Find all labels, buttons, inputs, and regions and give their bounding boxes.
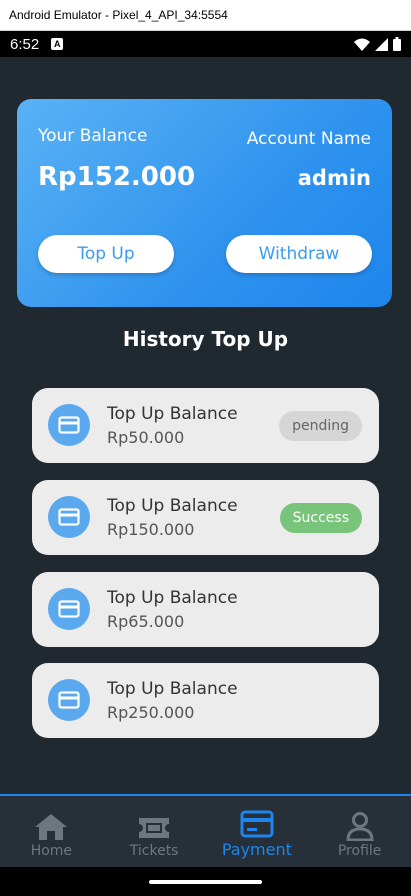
- nav-item-profile[interactable]: Profile: [308, 796, 411, 867]
- wifi-icon: [354, 38, 370, 51]
- status-badge-success: Success: [279, 503, 362, 533]
- gesture-navigation-bar: [0, 867, 411, 896]
- status-time: 6:52: [10, 35, 40, 53]
- history-item[interactable]: Top Up Balance Rp65.000: [32, 572, 379, 647]
- nav-item-tickets[interactable]: Tickets: [103, 796, 206, 867]
- battery-icon: [393, 37, 401, 51]
- status-bar: 6:52 A: [0, 31, 411, 57]
- history-item-amount: Rp50.000: [107, 428, 185, 447]
- nav-item-payment[interactable]: Payment: [206, 796, 309, 867]
- account-name-label: Account Name: [246, 129, 371, 149]
- status-badge-pending: pending: [279, 411, 362, 441]
- credit-card-icon: [48, 496, 90, 538]
- bottom-navigation: Home Tickets Payment Profile: [0, 794, 411, 867]
- account-name-value: admin: [297, 166, 371, 190]
- history-item-title: Top Up Balance: [107, 404, 238, 424]
- credit-card-icon: [48, 588, 90, 630]
- signal-icon: [375, 37, 388, 51]
- home-icon: [35, 814, 68, 840]
- nav-item-home[interactable]: Home: [0, 796, 103, 867]
- notification-a-icon: A: [51, 38, 64, 50]
- nav-label-payment: Payment: [221, 840, 292, 859]
- nav-label-tickets: Tickets: [129, 843, 179, 859]
- credit-card-icon: [48, 679, 90, 721]
- balance-label: Your Balance: [38, 126, 148, 146]
- history-title: History Top Up: [122, 327, 289, 351]
- history-item-amount: Rp150.000: [107, 520, 195, 539]
- withdraw-button[interactable]: Withdraw: [226, 235, 372, 273]
- status-indicators: [354, 37, 401, 51]
- history-item-title: Top Up Balance: [107, 679, 238, 699]
- window-title-bar: Android Emulator - Pixel_4_API_34:5554: [0, 0, 411, 31]
- balance-card: Your Balance Account Name Rp152.000 admi…: [17, 99, 392, 307]
- window-title: Android Emulator - Pixel_4_API_34:5554: [9, 8, 228, 22]
- credit-card-icon: [48, 404, 90, 446]
- history-item-amount: Rp65.000: [107, 612, 185, 631]
- home-gesture-handle[interactable]: [149, 880, 262, 884]
- balance-value: Rp152.000: [38, 162, 196, 192]
- history-item-title: Top Up Balance: [107, 496, 238, 516]
- ticket-icon: [139, 818, 170, 838]
- profile-icon: [346, 812, 374, 841]
- top-up-button[interactable]: Top Up: [38, 235, 174, 273]
- history-item-title: Top Up Balance: [107, 588, 238, 608]
- nav-label-profile: Profile: [337, 843, 382, 859]
- history-item[interactable]: Top Up Balance Rp150.000 Success: [32, 480, 379, 555]
- payment-card-icon: [240, 810, 274, 838]
- history-item-amount: Rp250.000: [107, 703, 195, 722]
- nav-label-home: Home: [30, 843, 73, 859]
- history-item[interactable]: Top Up Balance Rp250.000: [32, 663, 379, 738]
- payment-screen: Your Balance Account Name Rp152.000 admi…: [0, 57, 411, 867]
- history-item[interactable]: Top Up Balance Rp50.000 pending: [32, 388, 379, 463]
